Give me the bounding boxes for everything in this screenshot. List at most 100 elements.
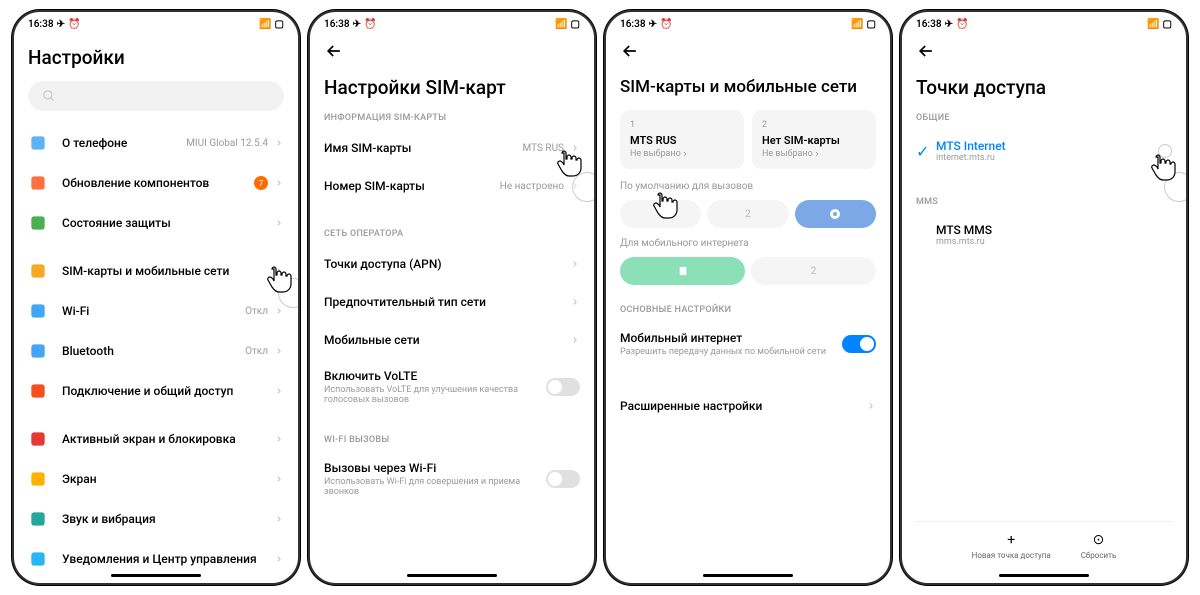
lock-icon (28, 429, 48, 449)
call-sim-1[interactable]: 1 (620, 200, 701, 228)
bt-icon (28, 341, 48, 361)
page-title: SIM-карты и мобильные сети (620, 76, 876, 98)
chevron-right-icon (274, 554, 284, 564)
advanced-settings-item[interactable]: Расширенные настройки (620, 387, 876, 425)
share-icon (28, 381, 48, 401)
home-indicator[interactable] (999, 574, 1089, 577)
chevron-right-icon (274, 386, 284, 396)
ask-icon (829, 208, 841, 220)
back-button[interactable] (324, 36, 354, 66)
settings-item[interactable]: Состояние защиты (28, 203, 284, 243)
sound-icon (28, 509, 48, 529)
phone-screen-sim-cards: 16:38✈⏰ 📶▢ SIM-карты и мобильные сети 1 … (604, 10, 892, 585)
settings-item[interactable]: Звук и вибрация (28, 499, 284, 539)
home-indicator[interactable] (407, 574, 497, 577)
plus-icon: + (1007, 532, 1015, 548)
chevron-right-icon (274, 178, 284, 188)
wifi-icon (28, 301, 48, 321)
chevron-right-icon (570, 335, 580, 345)
home-indicator[interactable] (703, 574, 793, 577)
signal-icon: 📶 (851, 19, 863, 30)
page-title: Точки доступа (916, 76, 1172, 99)
dnd-icon: ✈ (353, 19, 361, 30)
apn-item[interactable]: Точки доступа (APN) (324, 245, 580, 283)
signal-icon: 📶 (259, 19, 271, 30)
dnd-icon: ✈ (945, 19, 953, 30)
check-icon: ✓ (916, 142, 936, 161)
phone-icon (28, 133, 48, 153)
wifi-calling-toggle[interactable] (546, 470, 580, 488)
back-button[interactable] (916, 36, 946, 66)
chevron-right-icon (813, 150, 821, 158)
settings-item[interactable]: Активный экран и блокировка (28, 419, 284, 459)
phone-screen-settings: 16:38✈⏰ 📶▢ Настройки О телефоне MIUI Glo… (12, 10, 300, 585)
sim-card-1[interactable]: 1 MTS RUS Не выбрано (620, 110, 744, 169)
apn-mts-internet[interactable]: ✓ MTS Internetinternet.mts.ru (916, 129, 1172, 173)
volte-item[interactable]: Включить VoLTEИспользовать VoLTE для улу… (324, 359, 580, 415)
apn-mts-mms[interactable]: MTS MMSmms.mts.ru (916, 213, 1172, 257)
status-bar: 16:38✈⏰ 📶▢ (606, 12, 890, 36)
settings-item[interactable]: Обновление компонентов 7 (28, 163, 284, 203)
call-sim-2[interactable]: 2 (707, 200, 788, 228)
reset-button[interactable]: ⊙Сбросить (1081, 532, 1117, 560)
alarm-icon: ⏰ (68, 19, 80, 30)
badge: 7 (254, 176, 268, 190)
search-icon (42, 89, 56, 103)
settings-item[interactable]: Wi-Fi Откл (28, 291, 284, 331)
chevron-right-icon (274, 266, 284, 276)
sun-icon (28, 469, 48, 489)
shield-icon (28, 213, 48, 233)
update-icon (28, 173, 48, 193)
new-apn-button[interactable]: +Новая точка доступа (972, 532, 1051, 560)
status-bar: 16:38✈⏰ 📶▢ (310, 12, 594, 36)
dnd-icon: ✈ (57, 19, 65, 30)
reset-icon: ⊙ (1093, 532, 1105, 548)
battery-icon: ▢ (275, 19, 284, 30)
call-sim-ask[interactable] (795, 200, 876, 228)
settings-item[interactable]: Экран (28, 459, 284, 499)
data-sim-2[interactable]: 2 (751, 257, 876, 285)
battery-icon: ▢ (867, 19, 876, 30)
sim-number-item[interactable]: Номер SIM-картыНе настроено (324, 167, 580, 205)
sim-icon (678, 265, 688, 277)
dnd-icon: ✈ (649, 19, 657, 30)
settings-item[interactable]: Bluetooth Откл (28, 331, 284, 371)
settings-item[interactable]: Уведомления и Центр управления (28, 539, 284, 570)
page-title: Настройки SIM-карт (324, 76, 580, 99)
home-indicator[interactable] (111, 574, 201, 577)
chevron-right-icon (274, 434, 284, 444)
sim-card-2[interactable]: 2 Нет SIM-карты Не выбрано (752, 110, 876, 169)
apn-radio[interactable] (1158, 144, 1172, 158)
back-button[interactable] (620, 36, 650, 66)
page-title: Настройки (28, 46, 284, 69)
mobile-internet-toggle[interactable] (842, 335, 876, 353)
chevron-right-icon (274, 346, 284, 356)
phone-screen-sim-settings: 16:38✈⏰ 📶▢ Настройки SIM-карт ИНФОРМАЦИЯ… (308, 10, 596, 585)
settings-item[interactable]: Подключение и общий доступ (28, 371, 284, 411)
chevron-right-icon (274, 306, 284, 316)
notif-icon (28, 549, 48, 569)
mobile-networks-item[interactable]: Мобильные сети (324, 321, 580, 359)
signal-icon: 📶 (555, 19, 567, 30)
settings-item[interactable]: SIM-карты и мобильные сети (28, 251, 284, 291)
alarm-icon: ⏰ (660, 19, 672, 30)
mobile-internet-item[interactable]: Мобильный интернетРазрешить передачу дан… (620, 321, 876, 367)
wifi-calling-item[interactable]: Вызовы через Wi-FiИспользовать Wi-Fi для… (324, 451, 580, 507)
sim-name-item[interactable]: Имя SIM-картыMTS RUS (324, 129, 580, 167)
volte-toggle[interactable] (546, 378, 580, 396)
battery-icon: ▢ (571, 19, 580, 30)
data-sim-1[interactable] (620, 257, 745, 285)
network-type-item[interactable]: Предпочтительный тип сети (324, 283, 580, 321)
chevron-right-icon (570, 259, 580, 269)
chevron-right-icon (681, 150, 689, 158)
chevron-right-icon (274, 218, 284, 228)
sim-icon (28, 261, 48, 281)
search-input[interactable] (28, 81, 284, 111)
chevron-right-icon (570, 143, 580, 153)
chevron-right-icon (866, 401, 876, 411)
status-bar: 16:38✈⏰ 📶▢ (14, 12, 298, 36)
battery-icon: ▢ (1163, 19, 1172, 30)
chevron-right-icon (274, 514, 284, 524)
alarm-icon: ⏰ (364, 19, 376, 30)
settings-item[interactable]: О телефоне MIUI Global 12.5.4 (28, 123, 284, 163)
